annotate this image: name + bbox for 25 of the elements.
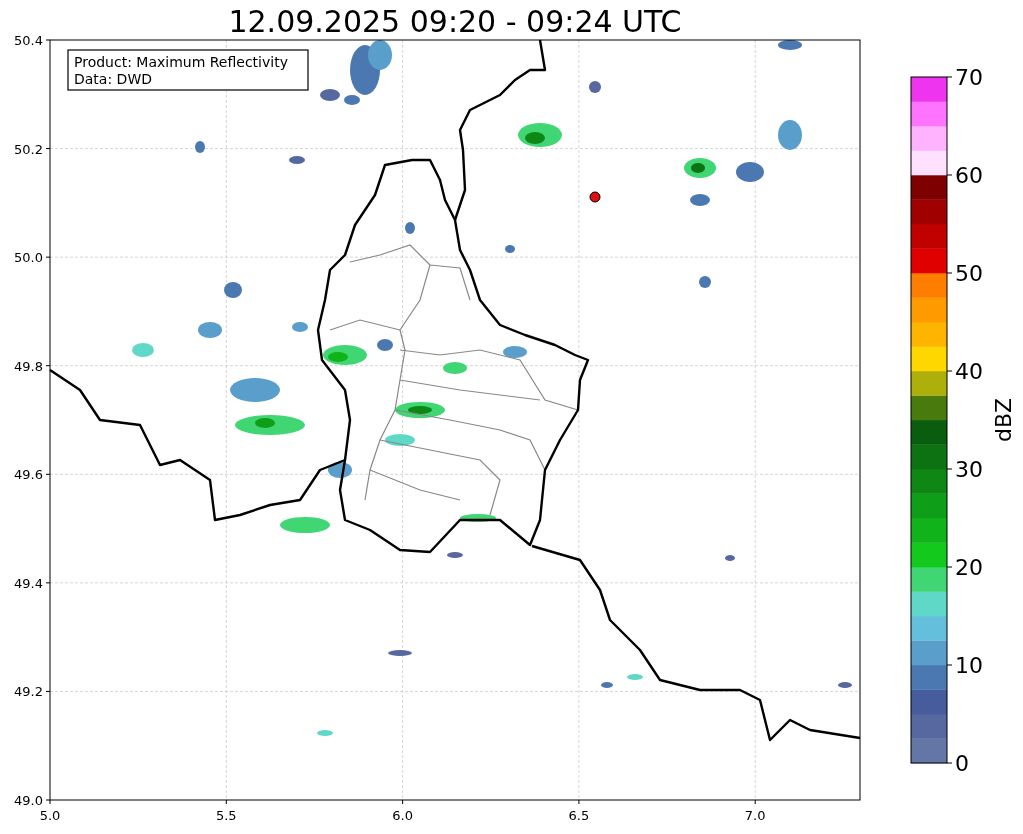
location-marker xyxy=(589,191,601,203)
colorbar-tick-label: 30 xyxy=(955,457,983,482)
colorbar-tick-label: 50 xyxy=(955,261,983,286)
y-tick-label: 49.8 xyxy=(14,358,43,374)
colorbar-tick-label: 10 xyxy=(955,653,983,678)
y-tick-label: 49.0 xyxy=(14,793,43,808)
y-tick-label: 49.6 xyxy=(14,467,43,483)
x-tick-label: 6.0 xyxy=(392,808,413,823)
info-box: Product: Maximum Reflectivity Data: DWD xyxy=(67,49,309,91)
y-tick-label: 50.0 xyxy=(14,250,43,266)
y-tick-label: 49.4 xyxy=(14,575,43,591)
y-tick-label: 50.4 xyxy=(14,33,43,48)
colorbar-label: dBZ xyxy=(991,397,1016,443)
colorbar-tick-label: 0 xyxy=(955,751,969,776)
colorbar-tick-label: 40 xyxy=(955,359,983,384)
x-tick-label: 7.0 xyxy=(744,808,766,823)
colorbar-tick-label: 20 xyxy=(955,555,983,580)
plot-title: 12.09.2025 09:20 - 09:24 UTC xyxy=(228,4,682,39)
x-tick-label: 5.5 xyxy=(215,808,237,823)
y-tick-label: 49.2 xyxy=(14,684,43,700)
colorbar-tick-label: 60 xyxy=(955,163,983,188)
colorbar-tick-label: 70 xyxy=(955,65,983,90)
y-tick-label: 50.2 xyxy=(14,141,43,157)
x-tick-label: 6.5 xyxy=(568,808,590,823)
x-tick-label: 5.0 xyxy=(39,808,61,823)
